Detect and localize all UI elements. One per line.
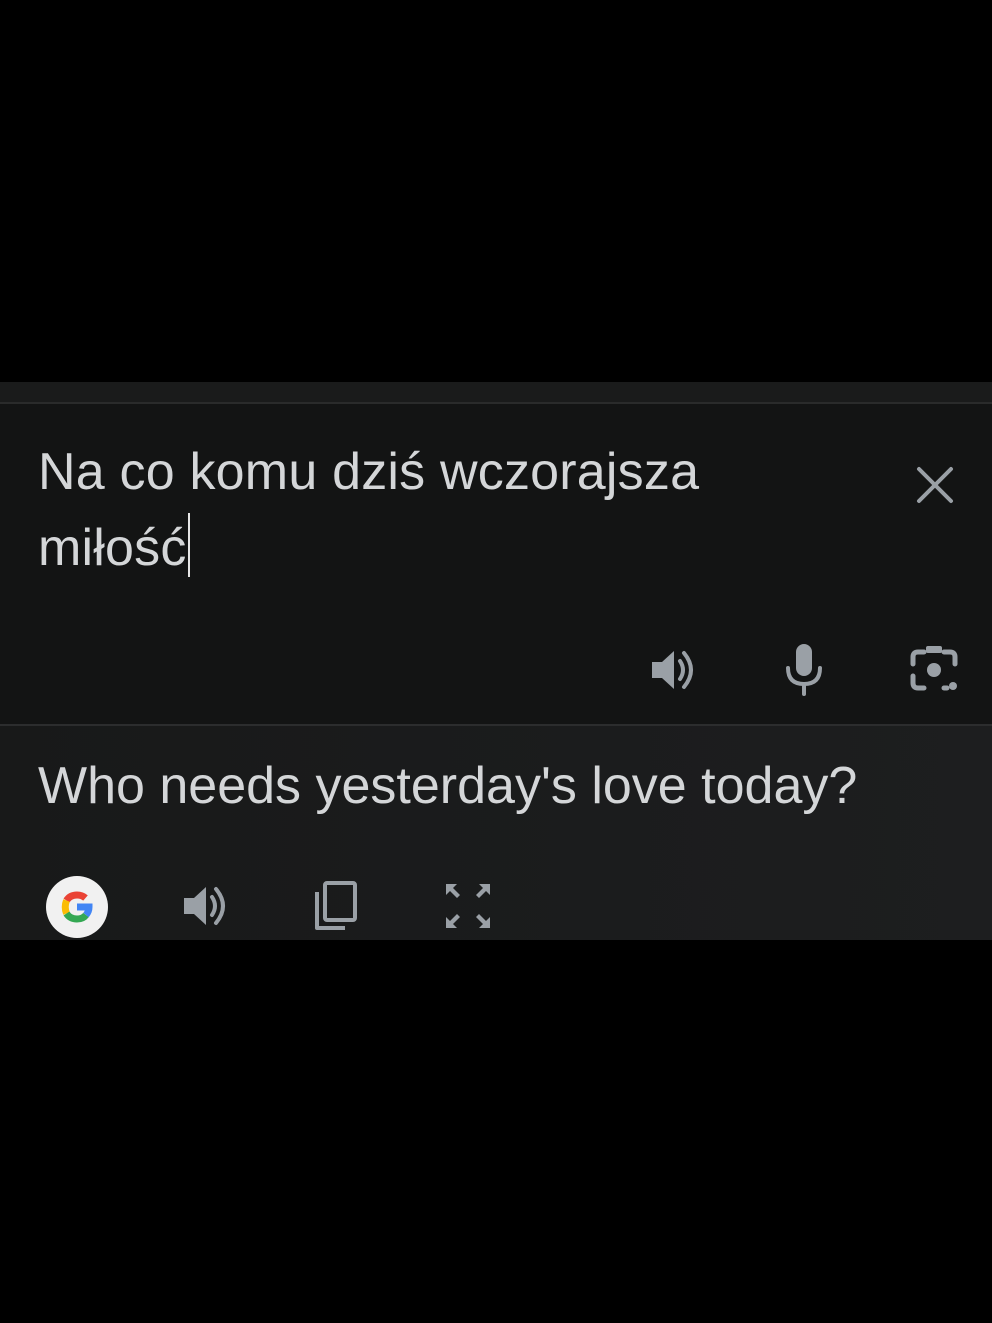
camera-icon[interactable] <box>906 642 962 698</box>
fullscreen-icon[interactable] <box>440 878 496 934</box>
close-icon[interactable] <box>912 462 958 508</box>
source-input-area[interactable]: Na co komu dziś wczorajsza miłość <box>0 404 992 724</box>
text-caret <box>187 513 190 577</box>
google-logo-icon[interactable] <box>46 876 108 938</box>
speaker-icon[interactable] <box>646 642 702 698</box>
translate-panel: Na co komu dziś wczorajsza miłość Who ne… <box>0 382 992 940</box>
source-text-input[interactable]: Na co komu dziś wczorajsza miłość <box>38 434 858 586</box>
translation-output-area: Who needs yesterday's love today? <box>0 726 992 940</box>
source-text-line-2: miłość <box>38 519 187 577</box>
source-text-line-1: Na co komu dziś wczorajsza <box>38 443 700 501</box>
speaker-icon[interactable] <box>178 878 234 934</box>
translation-text: Who needs yesterday's love today? <box>38 757 858 815</box>
panel-top-strip <box>0 382 992 404</box>
microphone-icon[interactable] <box>776 642 832 698</box>
copy-icon[interactable] <box>308 878 364 934</box>
